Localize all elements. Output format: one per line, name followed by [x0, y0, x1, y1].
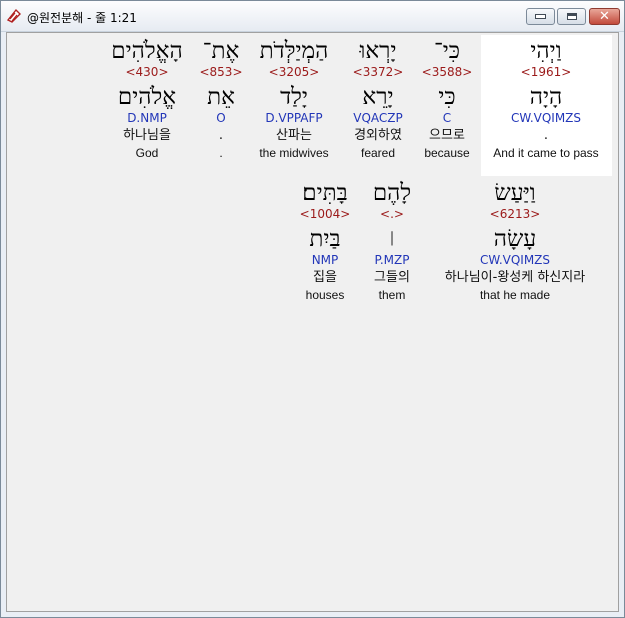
morphology: D.NMP: [127, 111, 167, 125]
close-button[interactable]: ✕: [589, 8, 620, 25]
morphology: NMP: [311, 253, 339, 267]
lemma: עָשָׂה: [493, 226, 537, 252]
morphology: CW.VQIMZS: [479, 253, 551, 267]
korean-gloss: .: [543, 128, 549, 143]
word-column[interactable]: וַיַּעַשׂ <6213> עָשָׂה CW.VQIMZS 하나님이-왕…: [420, 179, 610, 302]
english-gloss: that he made: [479, 288, 551, 302]
main-window: @원전분해 - 줄 1:21 ✕ וַיְהִי <1961> הָיָה CW…: [0, 0, 625, 618]
window-title: @원전분해 - 줄 1:21: [27, 11, 137, 25]
hebrew-word: בָּתִּים׃: [302, 180, 348, 206]
app-icon: [6, 8, 21, 23]
english-gloss: houses: [305, 288, 345, 302]
word-column[interactable]: וַיְהִי <1961> הָיָה CW.VQIMZS . And it …: [491, 37, 601, 160]
hebrew-word: הָאֱלֹהִים: [111, 38, 183, 64]
close-icon: ✕: [599, 9, 610, 24]
korean-gloss: 하나님을: [123, 128, 171, 143]
strong-number[interactable]: <430>: [92, 65, 202, 83]
maximize-button[interactable]: [557, 8, 586, 25]
lemma: בַּיִת: [309, 226, 341, 252]
korean-gloss: 하나님이-왕성케 하신지라: [444, 270, 586, 285]
minimize-button[interactable]: [526, 8, 555, 25]
strong-number[interactable]: <1004>: [270, 207, 380, 225]
strong-number[interactable]: <6213>: [420, 207, 610, 225]
lemma: אֱלֹהִים: [117, 84, 177, 110]
word-column[interactable]: הָאֱלֹהִים <430> אֱלֹהִים D.NMP 하나님을 God: [92, 37, 202, 160]
minimize-icon: [535, 14, 546, 19]
lemma: הָיָה: [529, 84, 563, 110]
morphology: CW.VQIMZS: [510, 111, 582, 125]
hebrew-word: וַיַּעַשׂ: [494, 180, 536, 206]
interlinear-panel[interactable]: וַיְהִי <1961> הָיָה CW.VQIMZS . And it …: [6, 32, 619, 612]
english-gloss: God: [135, 146, 159, 160]
strong-number[interactable]: <1961>: [491, 65, 601, 83]
word-column[interactable]: בָּתִּים׃ <1004> בַּיִת NMP 집을 houses: [270, 179, 380, 302]
english-gloss: And it came to pass: [493, 146, 599, 160]
title-bar[interactable]: @원전분해 - 줄 1:21 ✕: [1, 1, 624, 32]
maximize-icon: [566, 13, 577, 20]
hebrew-word: וַיְהִי: [530, 38, 562, 64]
korean-gloss: 집을: [313, 270, 337, 285]
